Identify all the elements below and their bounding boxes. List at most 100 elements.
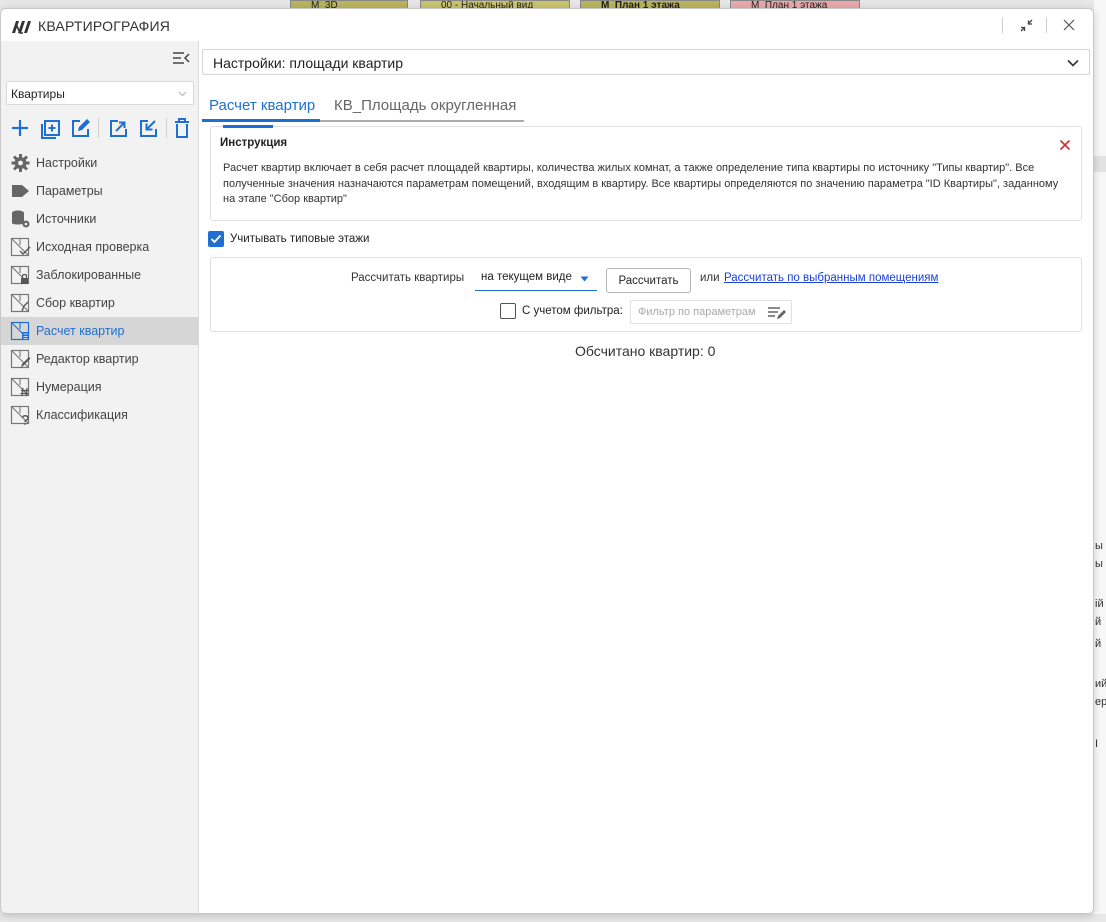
close-icon (1063, 19, 1075, 31)
calculate-button[interactable]: Рассчитать (606, 268, 691, 293)
close-instruction-icon[interactable] (1059, 139, 1071, 151)
tab-area-rounded[interactable]: КВ_Площадь округленная (334, 97, 516, 114)
active-tab-indicator (202, 119, 320, 122)
calc-mode-value: на текущем виде (481, 271, 572, 283)
category-select-value: Квартиры (11, 87, 65, 101)
sidebar-item-initial-check[interactable]: Исходная проверка (1, 233, 199, 261)
edit-plan-icon (10, 349, 31, 369)
sidebar-item-label: Классификация (36, 408, 128, 422)
sidebar-item-label: Нумерация (36, 380, 102, 394)
checkmark-icon (210, 234, 222, 244)
add-button[interactable] (7, 115, 33, 141)
edit-icon (72, 119, 90, 137)
or-label: или (700, 272, 720, 284)
chevron-down-icon (178, 91, 187, 97)
edit-filter-icon[interactable] (767, 305, 787, 320)
sidebar-item-calc[interactable]: Расчет квартир (1, 317, 199, 345)
collapse-arrows-icon (1020, 19, 1033, 32)
edit-button[interactable] (67, 115, 93, 141)
calc-selected-rooms-link[interactable]: Рассчитать по выбранным помещениям (724, 272, 938, 284)
filter-params-field[interactable]: Фильтр по параметрам (630, 300, 792, 324)
tab-calc-apartments[interactable]: Расчет квартир (209, 97, 315, 114)
import-icon (140, 120, 157, 137)
toolbar-divider (98, 118, 99, 138)
instruction-text: Расчет квартир включает в себя расчет пл… (223, 162, 1059, 205)
gear-icon (11, 154, 30, 172)
filter-params-placeholder: Фильтр по параметрам (638, 306, 756, 318)
sidebar-item-parameters[interactable]: Параметры (1, 177, 199, 205)
category-select[interactable]: Квартиры (6, 81, 194, 105)
sidebar-nav: Настройки Параметры Источники Исходная п… (1, 149, 199, 429)
app-logo-icon (12, 21, 31, 34)
calc-mode-select[interactable]: на текущем виде (475, 267, 597, 291)
host-text-fragment: ера (1095, 696, 1106, 708)
collapse-menu-icon (173, 52, 190, 64)
caret-down-icon (580, 276, 589, 282)
restore-window-button[interactable] (1013, 13, 1039, 37)
host-app-bottom-strip (0, 914, 1106, 922)
check-plan-icon (10, 237, 31, 257)
export-button[interactable] (105, 115, 131, 141)
host-text-fragment: й (1095, 638, 1102, 650)
sidebar-item-label: Параметры (36, 184, 103, 198)
instruction-title: Инструкция (220, 137, 288, 149)
database-icon (12, 210, 30, 228)
sidebar-item-editor[interactable]: Редактор квартир (1, 345, 199, 373)
sidebar-item-settings[interactable]: Настройки (1, 149, 199, 177)
add-icon (12, 120, 28, 136)
calc-apartments-label: Рассчитать квартиры (351, 272, 465, 284)
titlebar-divider (1046, 17, 1047, 33)
add-copy-icon (41, 120, 60, 139)
classify-plan-icon (10, 405, 30, 425)
sidebar-item-label: Источники (36, 212, 97, 226)
calculated-count-status: Обсчитано квартир: 0 (575, 343, 716, 359)
host-text-fragment: ы (1095, 558, 1103, 570)
export-icon (110, 120, 127, 137)
host-text-fragment: ы (1095, 540, 1103, 552)
collect-plan-icon (10, 293, 30, 313)
numbering-plan-icon (10, 377, 30, 397)
import-button[interactable] (135, 115, 161, 141)
sidebar-item-label: Настройки (36, 156, 98, 170)
host-text-fragment: ій (1095, 598, 1104, 610)
sidebar-item-label: Сбор квартир (36, 296, 115, 310)
host-text-fragment: I (1095, 738, 1099, 750)
close-window-button[interactable] (1056, 13, 1082, 37)
titlebar-divider (1002, 17, 1003, 33)
calc-plan-icon (10, 321, 30, 341)
sidebar-item-label: Исходная проверка (36, 240, 150, 254)
add-copy-button[interactable] (37, 115, 63, 141)
collapse-sidebar-button[interactable] (171, 50, 191, 66)
sidebar-item-collect[interactable]: Сбор квартир (1, 289, 199, 317)
sidebar-item-label: Заблокированные (36, 268, 142, 282)
host-panel-row (1094, 156, 1106, 172)
filter-label: С учетом фильтра: (522, 305, 623, 317)
sidebar: Квартиры Настройки Параметры Источники И… (1, 41, 199, 913)
sidebar-item-label: Редактор квартир (36, 352, 139, 366)
typical-floors-label: Учитывать типовые этажи (230, 233, 370, 245)
sidebar-item-sources[interactable]: Источники (1, 205, 199, 233)
host-text-fragment: й (1095, 616, 1102, 628)
settings-select[interactable]: Настройки: площади квартир (202, 49, 1090, 75)
toolbar-divider (166, 118, 167, 138)
title-bar[interactable]: КВАРТИРОГРАФИЯ (1, 9, 1093, 41)
sidebar-item-numbering[interactable]: Нумерация (1, 373, 199, 401)
instruction-accent-bar (223, 125, 273, 128)
delete-button[interactable] (169, 115, 195, 141)
host-text-fragment: ий) (1095, 678, 1106, 690)
sidebar-item-classification[interactable]: Классификация (1, 401, 199, 429)
lock-plan-icon (10, 265, 30, 285)
kvartirografia-window: КВАРТИРОГРАФИЯ Квартиры Настройки Параме… (0, 8, 1094, 914)
delete-icon (175, 118, 189, 138)
tab-bar: Расчет квартир КВ_Площадь округленная (202, 91, 532, 122)
sidebar-item-label: Расчет квартир (36, 324, 125, 338)
main-content: Настройки: площади квартир Расчет кварти… (200, 41, 1093, 913)
app-title: КВАРТИРОГРАФИЯ (38, 18, 171, 34)
filter-checkbox[interactable] (500, 303, 516, 319)
tag-icon (12, 185, 29, 197)
sidebar-item-locked[interactable]: Заблокированные (1, 261, 199, 289)
calculation-panel: Рассчитать квартиры на текущем виде Расс… (210, 257, 1082, 332)
typical-floors-checkbox[interactable] (208, 231, 224, 247)
instruction-panel: Инструкция Расчет квартир включает в себ… (210, 125, 1082, 221)
host-side-panel (1094, 0, 1106, 922)
